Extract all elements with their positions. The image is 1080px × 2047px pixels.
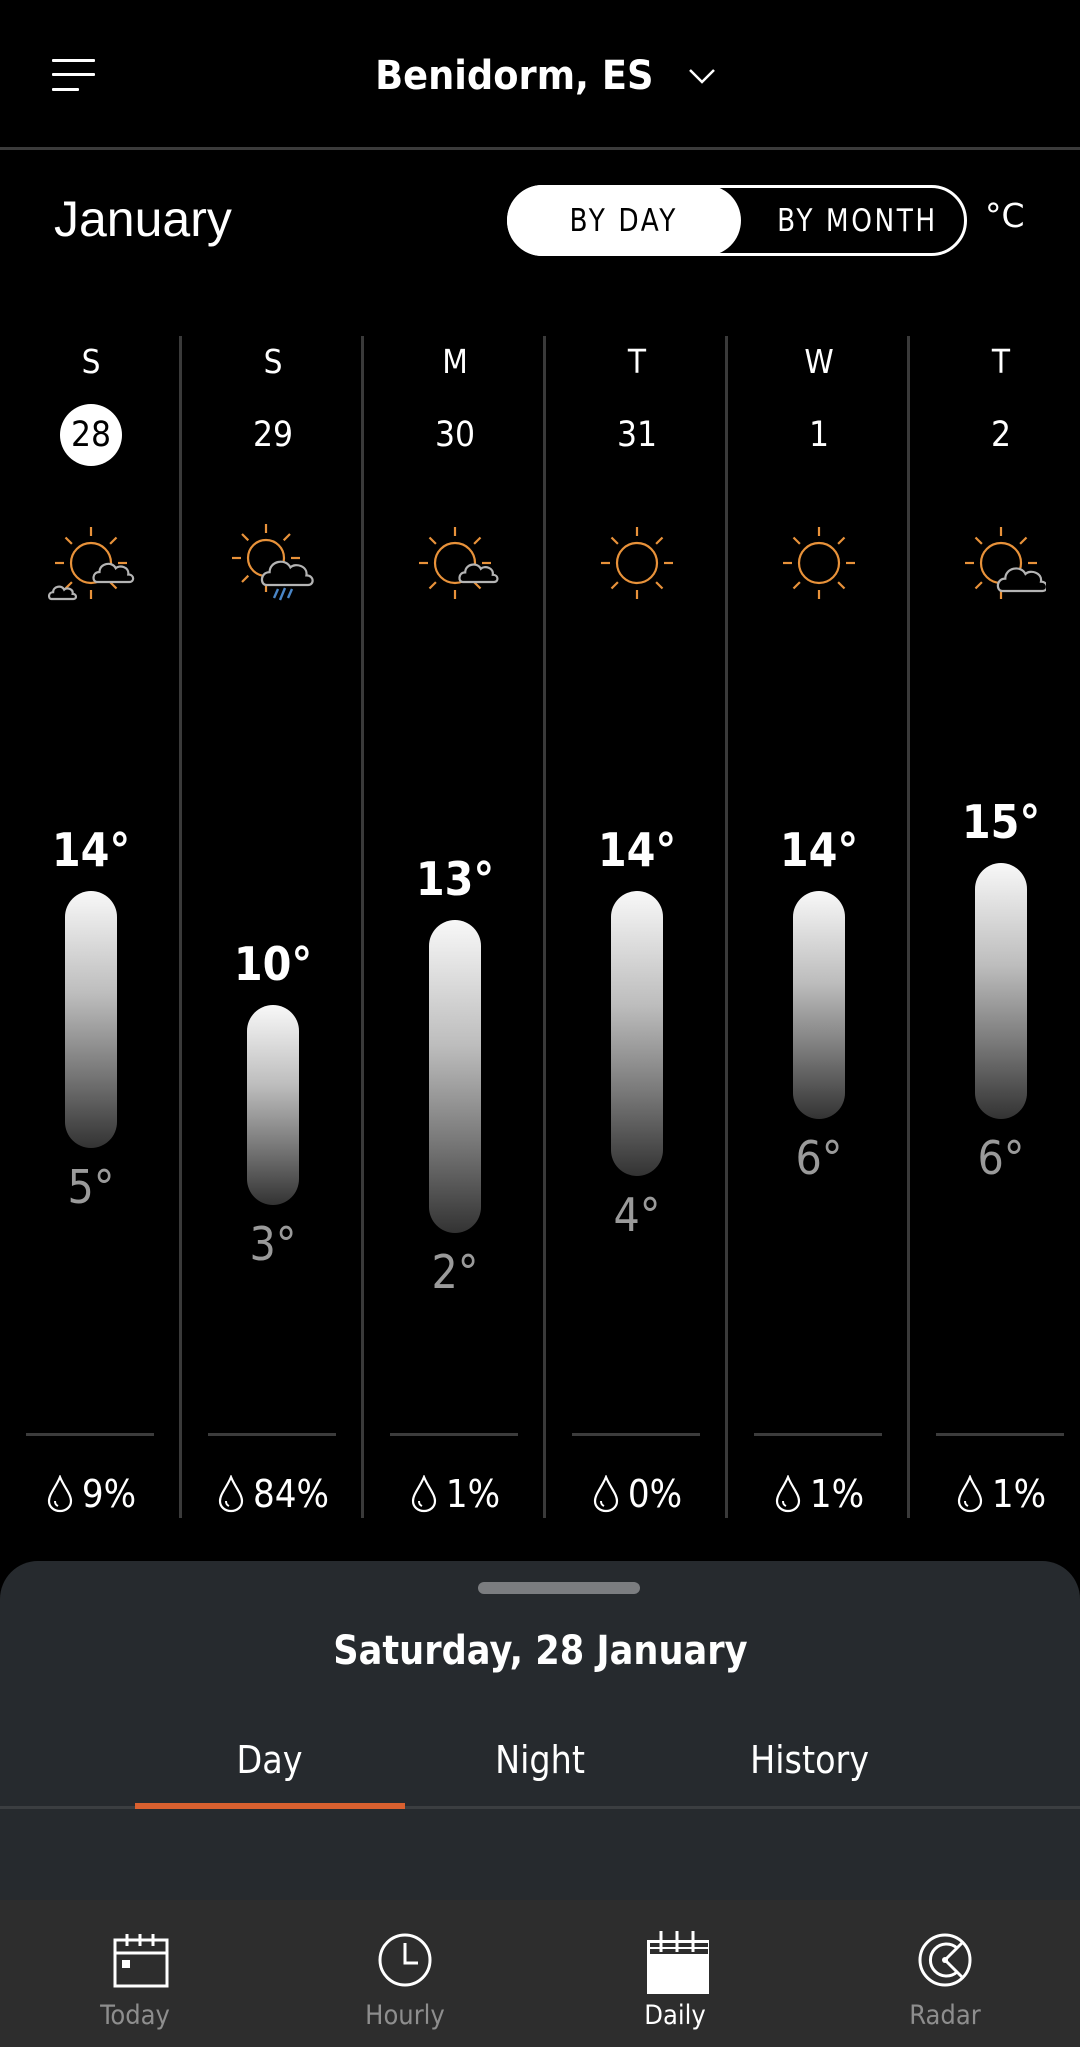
- date: 2: [990, 415, 1012, 455]
- day-column[interactable]: S 28 14° 5° 9%: [0, 336, 182, 1518]
- temp-range-bar: [247, 1005, 299, 1205]
- precip-chance: 0%: [546, 1472, 728, 1516]
- toggle-by-day[interactable]: BY DAY: [507, 185, 741, 256]
- raindrop-icon: [957, 1475, 982, 1513]
- detail-tabs: Day Night History: [0, 1720, 1080, 1808]
- precip-value: 9%: [81, 1472, 137, 1516]
- precip-chance: 9%: [0, 1472, 182, 1516]
- raindrop-icon: [218, 1475, 244, 1513]
- date: 31: [616, 415, 658, 455]
- chevron-down-icon: [689, 69, 716, 84]
- precip-separator: [390, 1433, 518, 1436]
- day-column[interactable]: M 30 13° 2° 1%: [364, 336, 546, 1518]
- raindrop-icon: [411, 1475, 436, 1513]
- high-temp: 13°: [415, 851, 495, 906]
- precip-value: 84%: [253, 1472, 329, 1516]
- precip-separator: [208, 1433, 336, 1436]
- date: 29: [252, 415, 294, 455]
- nav-daily[interactable]: Daily: [540, 1900, 810, 2047]
- precip-chance: 1%: [728, 1472, 910, 1516]
- low-temp: 6°: [795, 1131, 843, 1185]
- temp-range-bar: [611, 891, 663, 1176]
- precip-separator: [572, 1433, 700, 1436]
- temp-range-bar: [975, 862, 1027, 1119]
- nav-radar[interactable]: Radar: [810, 1900, 1080, 2047]
- temp-range-bar: [793, 891, 845, 1119]
- day-column[interactable]: W 1 14° 6° 1%: [728, 336, 910, 1518]
- tab-day[interactable]: Day: [135, 1720, 405, 1800]
- clock-icon: [378, 1933, 432, 1987]
- calendar-today-icon: [113, 1934, 169, 1988]
- precip-value: 1%: [809, 1472, 865, 1516]
- date: 30: [434, 415, 476, 455]
- precip-chance: 84%: [182, 1472, 364, 1516]
- partly-cloudy-icon: [47, 527, 135, 601]
- precip-separator: [26, 1433, 154, 1436]
- location-selector[interactable]: Benidorm, ES: [0, 48, 1080, 104]
- raindrop-icon: [593, 1475, 618, 1513]
- toggle-by-month[interactable]: BY MONTH: [741, 185, 973, 256]
- low-temp: 2°: [431, 1245, 479, 1299]
- nav-label: Today: [100, 2000, 170, 2031]
- raindrop-icon: [47, 1475, 72, 1513]
- low-temp: 6°: [977, 1131, 1025, 1185]
- day-column[interactable]: S 29 10° 3° 84%: [182, 336, 364, 1518]
- precip-value: 1%: [445, 1472, 501, 1516]
- high-temp: 14°: [779, 823, 859, 877]
- nav-label: Daily: [644, 2000, 706, 2031]
- day-of-week: W: [804, 342, 834, 381]
- unit-toggle[interactable]: °C: [985, 196, 1025, 235]
- high-temp: 15°: [961, 794, 1041, 849]
- tab-history[interactable]: History: [675, 1720, 945, 1800]
- nav-label: Hourly: [365, 2000, 445, 2031]
- sheet-drag-handle[interactable]: [478, 1582, 640, 1594]
- location-title: Benidorm, ES: [374, 53, 654, 99]
- active-tab-indicator: [135, 1803, 405, 1809]
- day-of-week: S: [81, 342, 101, 381]
- precip-separator: [754, 1433, 882, 1436]
- month-label: January: [54, 191, 232, 247]
- calendar-daily-icon: [647, 1931, 709, 1994]
- high-temp: 14°: [597, 823, 677, 877]
- day-of-week: S: [263, 342, 283, 381]
- low-temp: 3°: [249, 1216, 297, 1271]
- nav-hourly[interactable]: Hourly: [270, 1900, 540, 2047]
- tab-night[interactable]: Night: [405, 1720, 675, 1800]
- high-temp: 14°: [51, 823, 131, 877]
- temp-range-bar: [65, 891, 117, 1148]
- precip-value: 1%: [991, 1472, 1047, 1516]
- day-of-week: M: [442, 342, 468, 381]
- precip-chance: 1%: [364, 1472, 546, 1516]
- nav-today[interactable]: Today: [0, 1900, 270, 2047]
- high-temp: 10°: [233, 937, 313, 991]
- day-column[interactable]: T 2 15° 6° 1%: [910, 336, 1080, 1518]
- day-column[interactable]: T 31 14° 4° 0%: [546, 336, 728, 1518]
- sheet-title: Saturday, 28 January: [332, 1628, 748, 1674]
- selected-date: 28: [60, 404, 122, 466]
- precip-chance: 1%: [910, 1472, 1080, 1516]
- mostly-sunny-icon: [419, 527, 499, 599]
- low-temp: 4°: [613, 1188, 661, 1242]
- day-of-week: T: [991, 342, 1011, 381]
- nav-label: Radar: [909, 2000, 981, 2031]
- date: 1: [808, 415, 830, 455]
- precip-separator: [936, 1433, 1064, 1436]
- rain-partly-cloudy-icon: [232, 524, 314, 601]
- temp-range-bar: [429, 919, 481, 1233]
- precip-value: 0%: [627, 1472, 683, 1516]
- low-temp: 5°: [67, 1159, 115, 1214]
- view-toggle: BY DAY BY MONTH: [507, 185, 967, 256]
- sunny-icon: [783, 527, 855, 599]
- radar-icon: [918, 1933, 972, 1987]
- day-of-week: T: [627, 342, 647, 381]
- raindrop-icon: [775, 1475, 800, 1513]
- partly-cloudy-icon: [965, 527, 1046, 599]
- header-divider: [0, 147, 1080, 150]
- bottom-navigation: Today Hourly Daily Radar: [0, 1900, 1080, 2047]
- sunny-icon: [601, 527, 673, 599]
